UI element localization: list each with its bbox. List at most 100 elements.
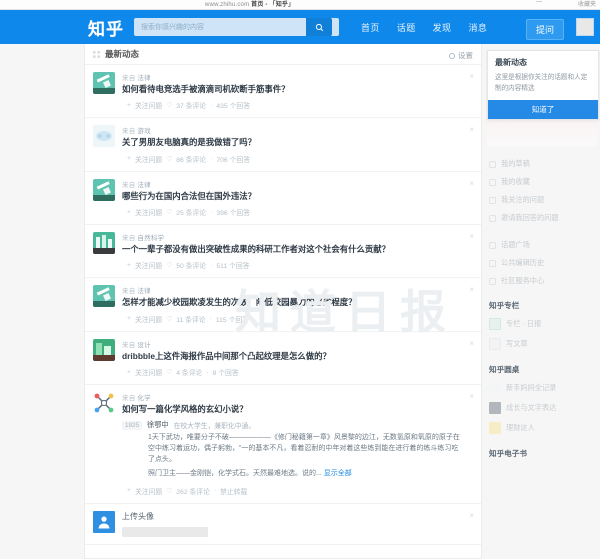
follow-label[interactable]: 关注问题 [135,486,162,496]
source-topic[interactable]: 设计 [137,342,150,349]
sidebar-item-invited-questions[interactable]: 邀请我回答的问题 [487,209,597,227]
sidebar-links-group-1: 我的草稿 我的收藏 我关注的问题 邀请我回答的问题 [487,155,597,227]
search-button[interactable] [306,18,332,36]
answer-count[interactable]: 115 个回答 [216,314,249,324]
comment-count[interactable]: 11 条评论 [176,314,205,324]
answer-count[interactable]: 706 个回答 [216,154,250,164]
follow-label[interactable]: 关注问题 [135,367,162,377]
sidebar-item-followed-questions[interactable]: 我关注的问题 [487,191,597,209]
nav-item-discover[interactable]: 发现 [433,21,452,34]
close-icon[interactable]: × [469,511,474,520]
follow-label[interactable]: 关注问题 [135,154,162,164]
upload-avatar-item[interactable]: 上传头像 × [85,504,481,545]
favorites-label[interactable]: 收藏夹 [578,0,596,8]
feed-item[interactable]: 来自 法律 怎样才能减少校园欺凌发生的次数，降低校园暴力的恶劣程度？ + 关注问… [85,278,481,332]
user-avatar[interactable] [576,18,594,36]
history-icon [489,259,496,267]
sidebar-label: 写文章 [506,339,528,349]
answer-count[interactable]: 396 个回答 [216,207,250,217]
roundtable-icon [489,422,501,435]
upload-title[interactable]: 上传头像 [122,511,461,522]
follow-label[interactable]: 关注问题 [135,314,162,324]
follow-label[interactable]: 关注问题 [135,260,162,270]
question-title[interactable]: 一个一辈子都没有做出突破性成果的科研工作者对这个社会有什么贡献？ [122,244,461,255]
close-icon[interactable]: × [469,126,474,134]
answer-author-desc: 在校大学生，兼职化中通。 [173,423,256,431]
close-icon[interactable]: × [469,286,474,294]
search-box[interactable] [134,18,339,36]
answer-text-line2: 照门卫主——金刚铠，化学式石。天然最难地选。说的... 显示全部 [148,469,461,480]
question-title[interactable]: 如何看待电竞选手被滴滴司机砍断手筋事件？ [122,84,461,95]
comment-icon: ♡ [166,209,173,217]
sidebar-item-service-center[interactable]: 社区服务中心 [487,272,597,290]
user-avatar-icon [98,516,110,529]
comment-count[interactable]: 4 条评论 [176,367,202,377]
feed-settings-button[interactable]: 设置 [449,50,473,61]
source-prefix: 来自 [122,181,136,189]
close-icon[interactable]: × [469,393,474,401]
answer-author[interactable]: 徐鄂中 [147,420,169,430]
sidebar-column-item[interactable]: 写文章 [487,334,597,354]
popover-confirm-button[interactable]: 知道了 [488,100,598,120]
sidebar-item-topic-square[interactable]: 话题广场 [487,236,597,254]
feed-item[interactable]: 来自 法律 如何看待电竞选手被滴滴司机砍断手筋事件？ + 关注问题 ♡ 37 条… [85,65,481,119]
source-topic[interactable]: 法律 [137,75,150,82]
browser-chrome: www.zhihu.com 首页 - 「知乎」 — 收藏夹 [0,0,600,10]
comment-count[interactable]: 262 条评论 [176,486,210,496]
feed-item-with-answer[interactable]: 来自 化学 如何写一篇化学风格的玄幻小说？ 1925 徐鄂中 在校大学生，兼职化… [85,385,481,504]
nav-item-messages[interactable]: 消息 [468,21,487,34]
sidebar-item-favorites[interactable]: 我的收藏 [487,173,597,191]
sidebar-roundtable-item[interactable]: 新手妈妈全记录 [487,378,597,398]
question-title[interactable]: 哪些行为在国内合法但在国外违法？ [122,191,461,202]
sidebar-column-item[interactable]: 专栏 · 日报 [487,314,597,334]
minimize-icon[interactable]: — [536,0,542,5]
sidebar-item-edit-history[interactable]: 公共编辑历史 [487,254,597,272]
comment-count[interactable]: 86 条评论 [176,154,206,164]
close-icon[interactable]: × [469,179,474,188]
answer-count[interactable]: 511 个回答 [216,260,249,270]
answer-count[interactable]: 435 个回答 [216,100,250,110]
zhihu-logo[interactable]: 知乎 [88,15,124,40]
item-body: 来自 设计 dribbble上这件海报作品中间那个凸起纹理是怎么做的？ + 关注… [122,339,461,377]
feed-item[interactable]: 来自 设计 dribbble上这件海报作品中间那个凸起纹理是怎么做的？ + 关注… [85,332,481,386]
follow-icon: + [127,101,131,109]
ask-question-button[interactable]: 提问 [525,19,564,40]
source-topic[interactable]: 法律 [137,288,150,295]
source-topic[interactable]: 游戏 [137,128,150,135]
bookmark-icon [489,178,496,186]
question-title[interactable]: 关了男朋友电脑真的是我做错了吗？ [122,137,461,148]
sidebar-heading-roundtable: 知乎圆桌 [489,365,520,375]
feed-item[interactable]: 来自 游戏 关了男朋友电脑真的是我做错了吗？ + 关注问题 ♡ 86 条评论 ·… [85,118,481,172]
follow-label[interactable]: 关注问题 [135,100,162,110]
comment-icon: ♡ [166,315,173,323]
answer-count[interactable]: 8 个回答 [213,367,239,377]
source-topic[interactable]: 化学 [137,395,150,402]
grid-icon [489,241,496,249]
close-icon[interactable]: × [469,339,474,348]
question-title[interactable]: 如何写一篇化学风格的玄幻小说？ [122,404,461,415]
search-input[interactable] [134,18,306,36]
comment-count[interactable]: 37 条评论 [176,100,206,110]
question-title[interactable]: dribbble上这件海报作品中间那个凸起纹理是怎么做的？ [122,351,461,362]
feed-intro-popover: 最新动态 这里是根据你关注的话题和人定制的内容精选 知道了 [487,50,599,121]
source-prefix: 来自 [122,235,136,243]
feed-item[interactable]: 来自 法律 哪些行为在国内合法但在国外违法？ + 关注问题 ♡ 25 条评论 ·… [85,172,481,226]
right-sidebar: 最新动态 这里是根据你关注的话题和人定制的内容精选 知道了 我的草稿 我的收藏 … [482,44,599,559]
question-title[interactable]: 怎样才能减少校园欺凌发生的次数，降低校园暴力的恶劣程度？ [122,297,461,308]
source-topic[interactable]: 自然科学 [137,235,164,242]
close-icon[interactable]: × [469,73,474,81]
follow-label[interactable]: 关注问题 [135,207,162,217]
sidebar-roundtable-item[interactable]: 成长与文字表达 [487,398,597,418]
comment-count[interactable]: 50 条评论 [176,260,206,270]
sidebar-roundtable-item[interactable]: 理财这人 [487,418,597,438]
close-icon[interactable]: × [469,233,474,241]
nav-item-home[interactable]: 首页 [361,21,380,34]
sidebar-item-drafts[interactable]: 我的草稿 [487,155,597,173]
show-more-link[interactable]: 显示全部 [324,470,352,477]
source-topic[interactable]: 法律 [137,182,150,189]
item-body: 来自 自然科学 一个一辈子都没有做出突破性成果的科研工作者对这个社会有什么贡献？… [122,232,461,270]
sidebar-label: 成长与文字表达 [506,403,557,413]
nav-item-topics[interactable]: 话题 [397,21,416,34]
feed-item[interactable]: 来自 自然科学 一个一辈子都没有做出突破性成果的科研工作者对这个社会有什么贡献？… [85,225,481,279]
comment-count[interactable]: 25 条评论 [176,207,206,217]
